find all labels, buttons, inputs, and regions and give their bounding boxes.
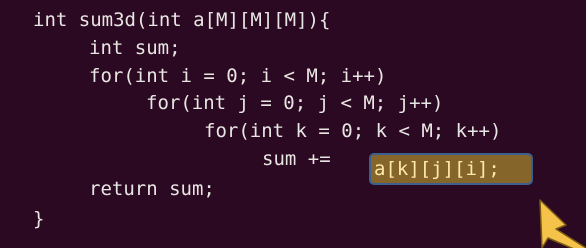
code-line-5: for(int k = 0; k < M; k++) [204,120,502,142]
code-line-3: for(int i = 0; i < M; i++) [89,65,387,87]
code-line-8: } [33,208,45,230]
code-line-2: int sum; [89,37,181,59]
arrow-icon [539,199,586,248]
code-line-4: for(int j = 0; j < M; j++) [146,92,444,114]
code-editor: int sum3d(int a[M][M][M]){ int sum; for(… [0,0,586,248]
code-line-1: int sum3d(int a[M][M][M]){ [33,9,331,31]
code-line-6: sum += [262,148,343,170]
code-line-7: return sum; [89,178,215,200]
highlighted-expression: a[k][j][i]; [374,158,500,180]
